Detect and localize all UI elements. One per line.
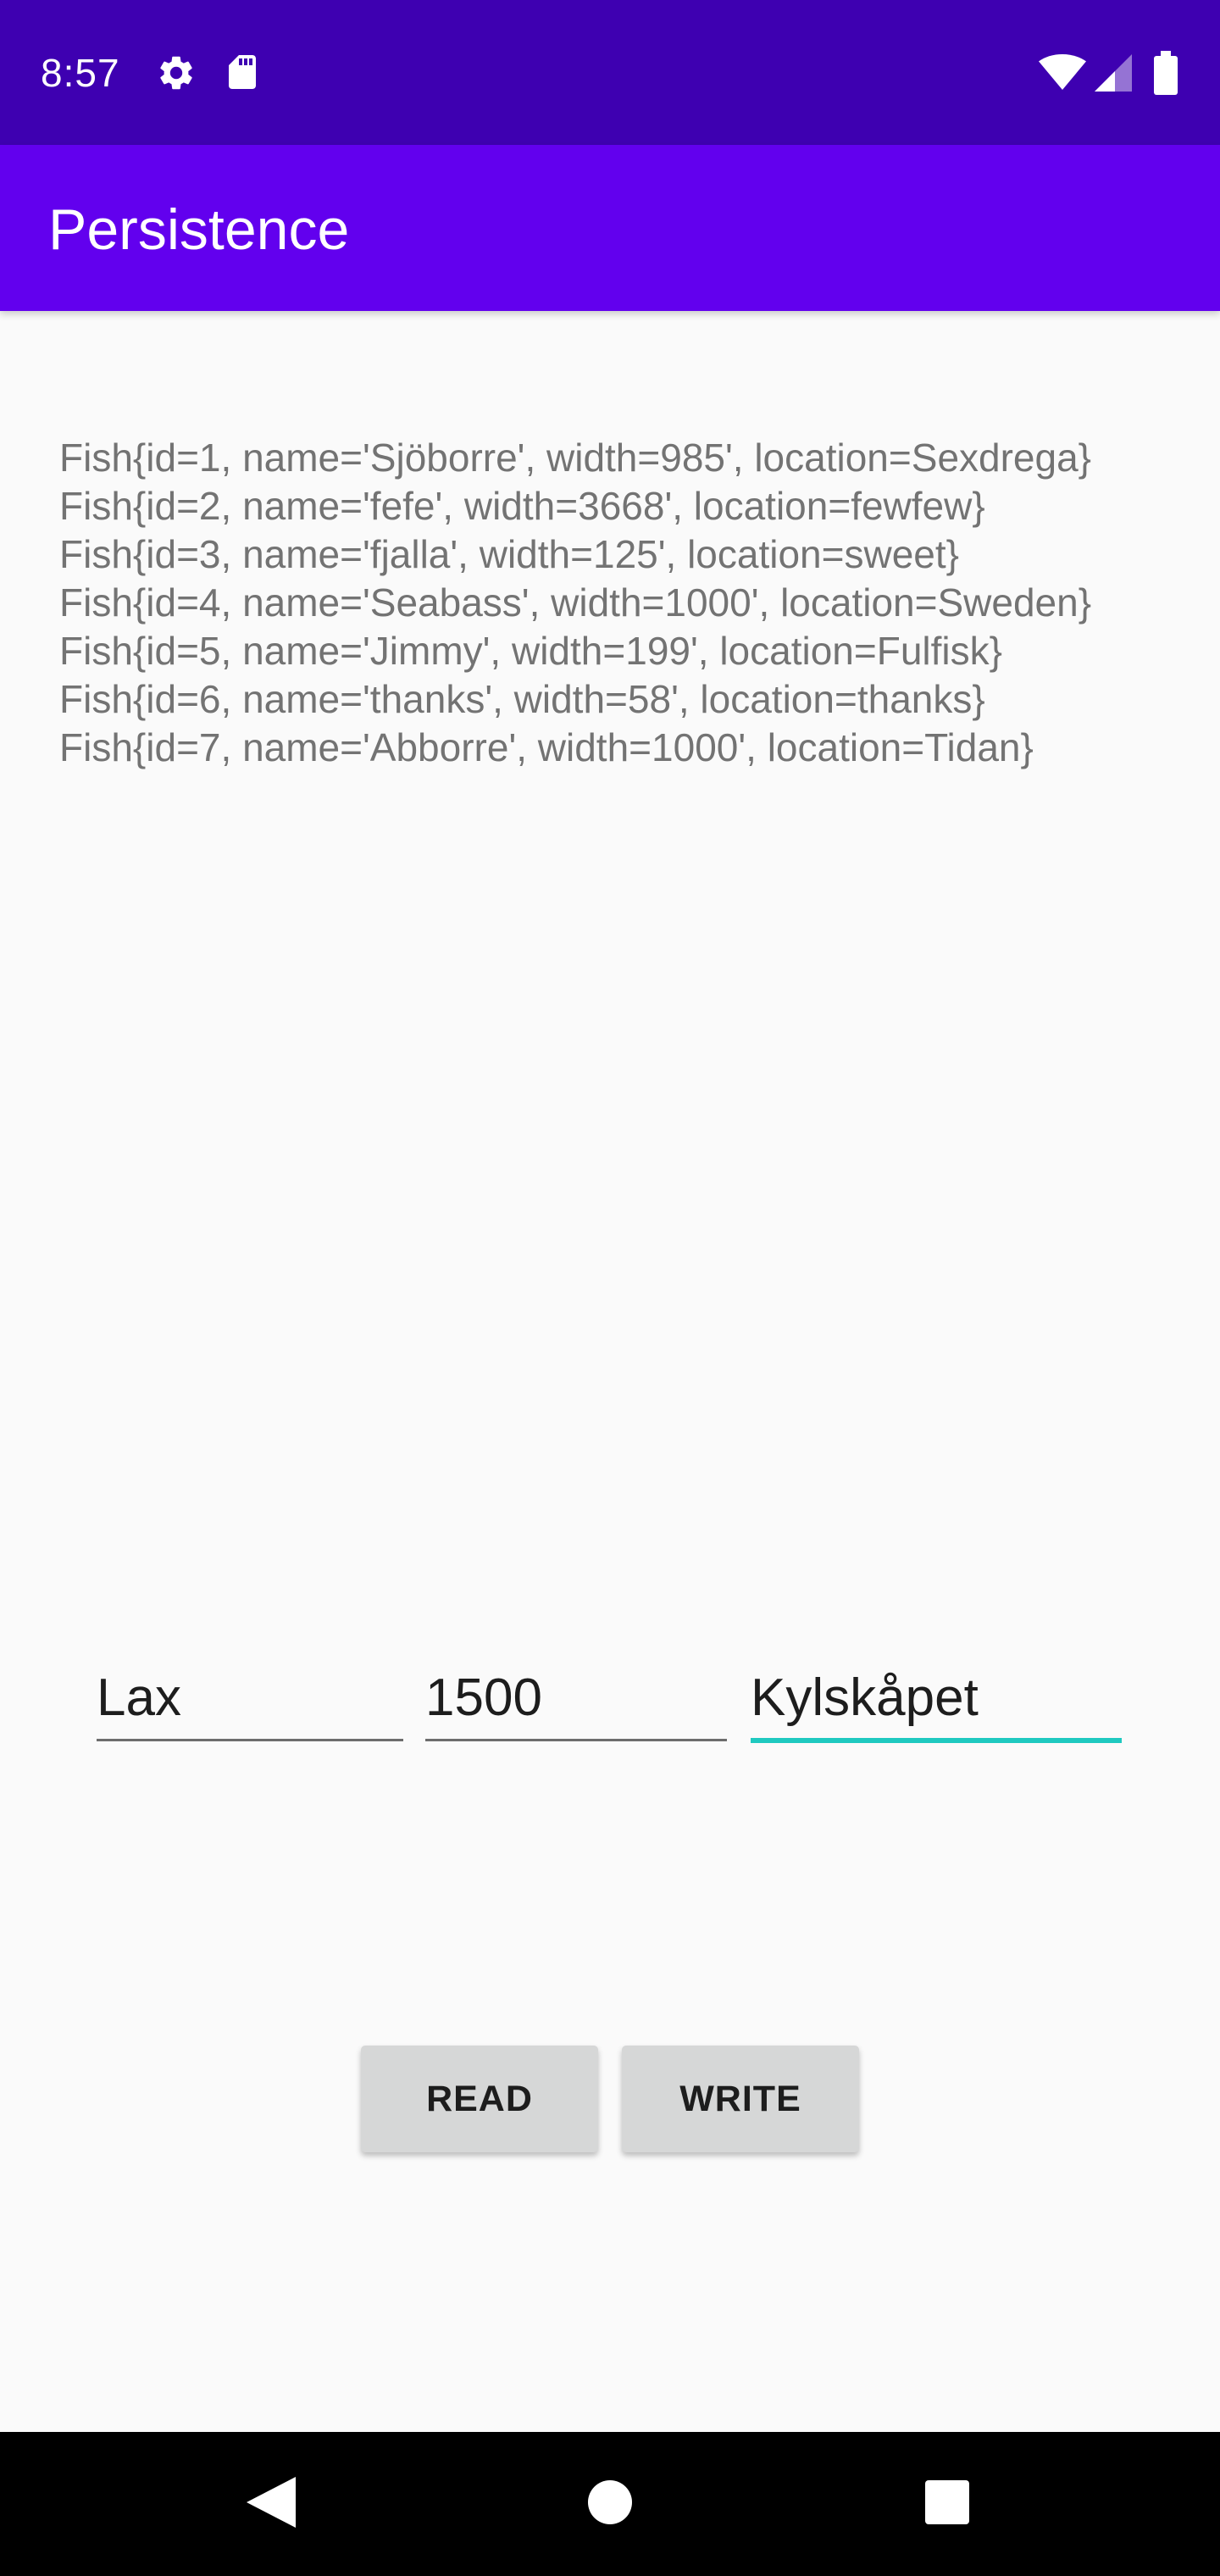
gear-icon xyxy=(156,53,197,97)
back-button[interactable] xyxy=(229,2432,313,2576)
fish-list-item: Fish{id=2, name='fefe', width=3668', loc… xyxy=(59,484,985,528)
fish-list-item: Fish{id=6, name='thanks', width=58', loc… xyxy=(59,677,985,721)
name-field-underline xyxy=(97,1739,403,1741)
fish-list-item: Fish{id=4, name='Seabass', width=1000', … xyxy=(59,580,1092,625)
fish-list-item: Fish{id=1, name='Sjöborre', width=985', … xyxy=(59,436,1092,480)
location-field[interactable] xyxy=(751,1657,1122,1743)
width-field-underline xyxy=(425,1739,727,1741)
app-title: Persistence xyxy=(48,197,350,262)
status-bar: 8:57 xyxy=(0,0,1220,145)
location-input[interactable] xyxy=(751,1657,1122,1738)
recents-icon xyxy=(925,2479,969,2529)
fish-list-item: Fish{id=7, name='Abborre', width=1000', … xyxy=(59,725,1034,769)
cell-signal-icon xyxy=(1095,54,1132,96)
fish-list-item: Fish{id=3, name='fjalla', width=125', lo… xyxy=(59,532,960,576)
name-field[interactable] xyxy=(97,1657,403,1741)
location-field-underline xyxy=(751,1738,1122,1743)
width-input[interactable] xyxy=(425,1657,727,1738)
name-input[interactable] xyxy=(97,1657,403,1738)
width-field[interactable] xyxy=(425,1657,727,1741)
sd-card-icon xyxy=(222,51,263,97)
home-button[interactable] xyxy=(568,2432,652,2576)
home-icon xyxy=(588,2479,632,2529)
navigation-bar xyxy=(0,2432,1220,2576)
write-button[interactable]: WRITE xyxy=(622,2046,859,2152)
battery-icon xyxy=(1154,51,1178,99)
recents-button[interactable] xyxy=(905,2432,990,2576)
app-bar: Persistence xyxy=(0,145,1220,311)
status-time: 8:57 xyxy=(41,51,120,95)
back-icon xyxy=(247,2476,296,2532)
fish-list-item: Fish{id=5, name='Jimmy', width=199', loc… xyxy=(59,629,1003,673)
fish-list-text: Fish{id=1, name='Sjöborre', width=985', … xyxy=(59,434,1195,772)
wifi-icon xyxy=(1039,54,1086,94)
read-button[interactable]: READ xyxy=(361,2046,598,2152)
